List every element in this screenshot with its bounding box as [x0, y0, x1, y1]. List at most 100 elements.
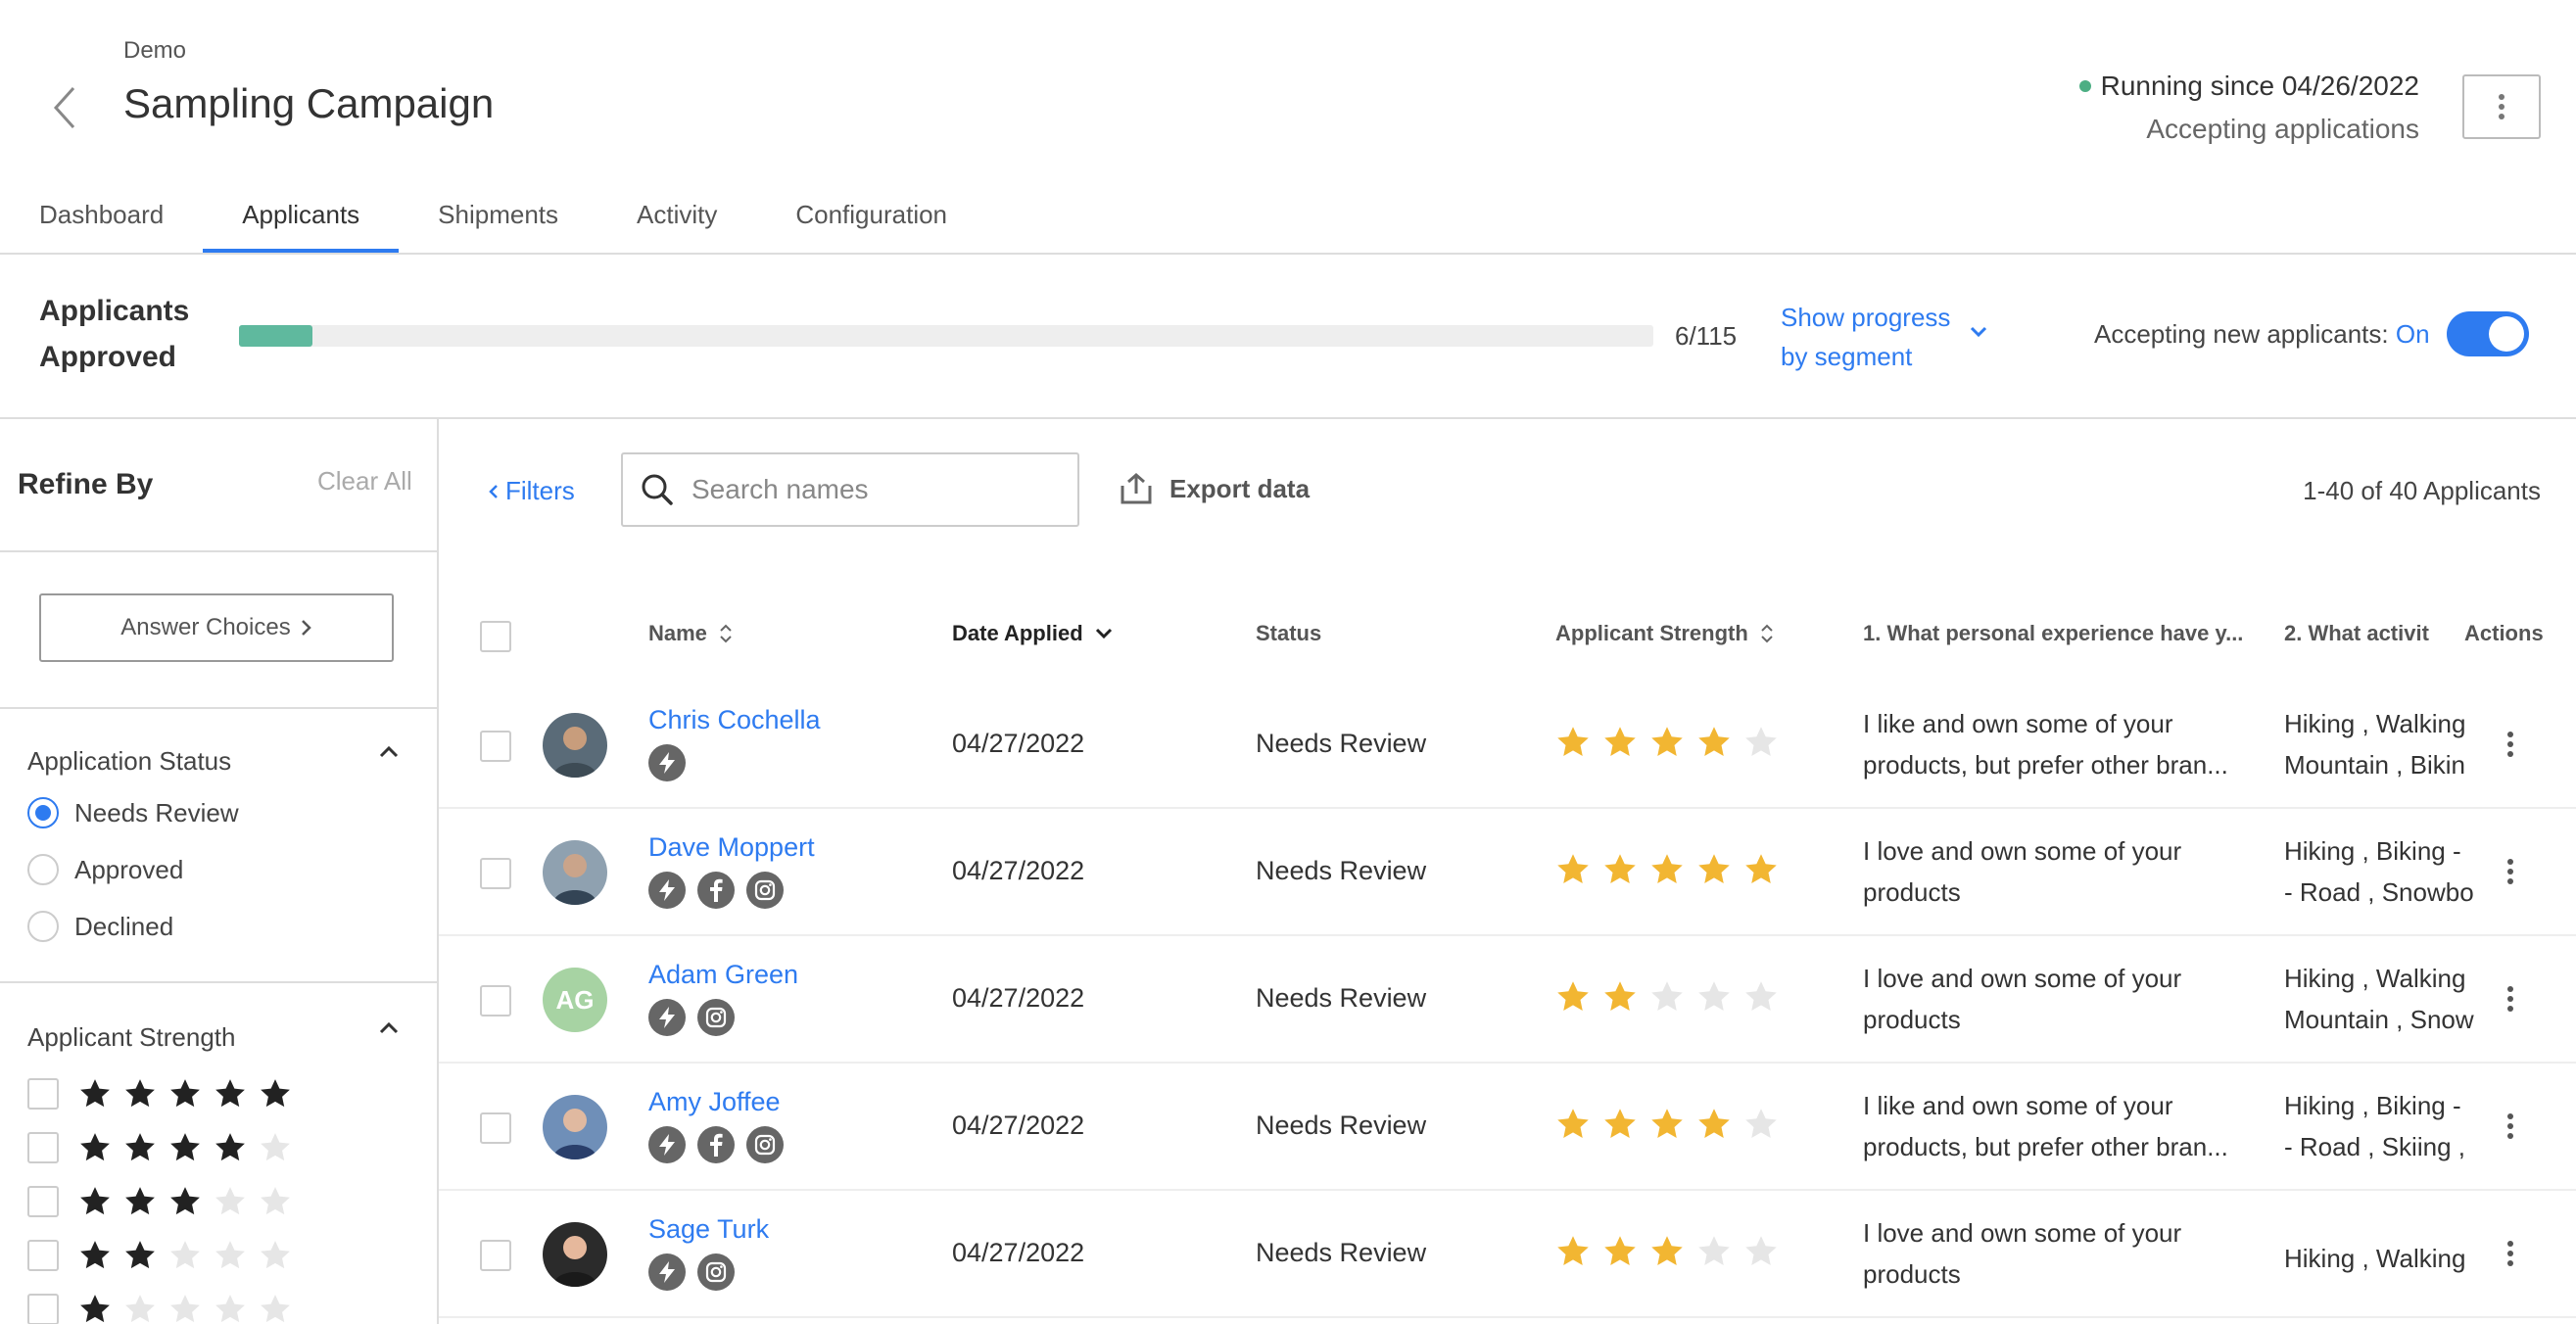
- star-empty-icon: [1745, 981, 1777, 1011]
- strength-rating[interactable]: [1555, 1234, 1779, 1269]
- strength-filter-3[interactable]: [27, 1185, 292, 1218]
- bolt-icon[interactable]: [648, 999, 686, 1036]
- star-empty-icon: [1745, 1236, 1777, 1265]
- instagram-icon[interactable]: [746, 1126, 784, 1163]
- row-actions-button[interactable]: [2496, 1107, 2525, 1146]
- radio-button[interactable]: [27, 797, 59, 828]
- status-cell: Needs Review: [1256, 1111, 1427, 1140]
- applicant-name-link[interactable]: Sage Turk: [648, 1214, 769, 1245]
- facebook-icon[interactable]: [697, 872, 735, 909]
- strength-rating[interactable]: [1555, 725, 1779, 760]
- show-progress-by-segment-link[interactable]: Show progress by segment: [1781, 298, 1950, 376]
- more-vertical-icon: [2507, 1113, 2513, 1139]
- row-checkbox[interactable]: [480, 858, 511, 889]
- strength-column-header[interactable]: Applicant Strength: [1555, 621, 1774, 646]
- strength-filter-5[interactable]: [27, 1077, 292, 1111]
- question-2-answer: Hiking , Walking: [2284, 1238, 2480, 1320]
- row-actions-button[interactable]: [2496, 1234, 2525, 1273]
- applicant-name-link[interactable]: Dave Moppert: [648, 832, 815, 863]
- export-data-button[interactable]: Export data: [1119, 472, 1310, 505]
- status-option-declined[interactable]: Declined: [27, 911, 173, 942]
- instagram-icon[interactable]: [697, 999, 735, 1036]
- name-column-header[interactable]: Name: [648, 621, 733, 646]
- tab-dashboard[interactable]: Dashboard: [0, 186, 203, 255]
- strength-rating[interactable]: [1555, 1107, 1779, 1142]
- applicant-name-link[interactable]: Adam Green: [648, 960, 798, 990]
- tab-activity[interactable]: Activity: [597, 186, 756, 255]
- chevron-up-icon[interactable]: [378, 1020, 400, 1041]
- select-all-checkbox[interactable]: [480, 621, 511, 652]
- status-option-needs-review[interactable]: Needs Review: [27, 797, 239, 828]
- star-empty-icon: [215, 1187, 245, 1215]
- instagram-icon[interactable]: [746, 872, 784, 909]
- campaign-menu-button[interactable]: [2462, 74, 2541, 139]
- row-checkbox[interactable]: [480, 985, 511, 1017]
- date-column-header[interactable]: Date Applied: [952, 621, 1113, 646]
- tab-configuration[interactable]: Configuration: [756, 186, 986, 255]
- bolt-icon[interactable]: [648, 1253, 686, 1291]
- row-actions-button[interactable]: [2496, 979, 2525, 1018]
- applicants-approved-label: Applicants Approved: [39, 288, 189, 380]
- star-filled-icon: [1651, 1236, 1683, 1265]
- strength-checkbox[interactable]: [27, 1294, 59, 1324]
- breadcrumb[interactable]: Demo: [123, 37, 186, 65]
- chevron-up-icon[interactable]: [378, 744, 400, 765]
- bolt-icon[interactable]: [648, 744, 686, 781]
- table-row[interactable]: Sage Turk 04/27/2022 Needs Review I love an…: [439, 1191, 2576, 1318]
- applicant-name-link[interactable]: Chris Cochella: [648, 705, 821, 735]
- table-row[interactable]: Dave Moppert 04/27/2022 Needs Review I love…: [439, 809, 2576, 936]
- question-2-answer: Hiking , Walking Mountain , Snow: [2284, 958, 2480, 1040]
- tab-shipments[interactable]: Shipments: [399, 186, 597, 255]
- table-row[interactable]: Chris Cochella 04/27/2022 Needs Review I li…: [439, 682, 2576, 809]
- tab-applicants[interactable]: Applicants: [203, 186, 400, 255]
- applicant-name-link[interactable]: Amy Joffee: [648, 1087, 781, 1117]
- bolt-icon[interactable]: [648, 1126, 686, 1163]
- strength-checkbox[interactable]: [27, 1240, 59, 1271]
- application-status-title: Application Status: [27, 746, 232, 776]
- answer-choices-button[interactable]: Answer Choices: [39, 593, 394, 662]
- status-option-approved[interactable]: Approved: [27, 854, 183, 885]
- strength-filter-4[interactable]: [27, 1131, 292, 1164]
- row-checkbox[interactable]: [480, 1240, 511, 1271]
- instagram-icon[interactable]: [697, 1253, 735, 1291]
- chevron-down-icon[interactable]: [1969, 325, 1988, 344]
- search-input[interactable]: [692, 474, 1064, 505]
- more-vertical-icon: [2507, 1241, 2513, 1266]
- row-checkbox[interactable]: [480, 1112, 511, 1144]
- star-empty-icon: [1745, 727, 1777, 756]
- star-empty-icon: [215, 1295, 245, 1323]
- avatar: [543, 1095, 607, 1159]
- strength-filter-1[interactable]: [27, 1293, 292, 1324]
- segment-link-line-1: Show progress: [1781, 303, 1951, 332]
- strength-checkbox[interactable]: [27, 1186, 59, 1217]
- star-empty-icon: [170, 1241, 200, 1269]
- status-option-label: Needs Review: [74, 797, 239, 828]
- row-actions-button[interactable]: [2496, 852, 2525, 891]
- answer-line: Hiking , Walking: [2284, 1244, 2466, 1273]
- strength-checkbox[interactable]: [27, 1132, 59, 1163]
- star-rating: [78, 1239, 292, 1272]
- accepting-toggle[interactable]: [2447, 311, 2529, 356]
- bolt-icon[interactable]: [648, 872, 686, 909]
- back-button[interactable]: [45, 84, 84, 131]
- strength-filter-2[interactable]: [27, 1239, 292, 1272]
- filters-toggle[interactable]: Filters: [488, 476, 575, 506]
- applicants-main: Filters Export data 1-40 of 40 Applicant…: [439, 419, 2576, 1324]
- search-box[interactable]: [621, 452, 1079, 527]
- status-option-label: Declined: [74, 911, 174, 941]
- strength-checkbox[interactable]: [27, 1078, 59, 1110]
- radio-button[interactable]: [27, 911, 59, 942]
- star-filled-icon: [261, 1079, 290, 1108]
- table-row[interactable]: Amy Joffee 04/27/2022 Needs Review I like a…: [439, 1064, 2576, 1191]
- star-filled-icon: [170, 1187, 200, 1215]
- row-checkbox[interactable]: [480, 731, 511, 762]
- facebook-icon[interactable]: [697, 1126, 735, 1163]
- strength-rating[interactable]: [1555, 852, 1779, 887]
- table-row[interactable]: AG Adam Green 04/27/2022 Needs Review I love…: [439, 936, 2576, 1064]
- radio-button[interactable]: [27, 854, 59, 885]
- clear-all-link[interactable]: Clear All: [317, 466, 412, 496]
- sort-icon: [720, 624, 732, 643]
- row-actions-button[interactable]: [2496, 725, 2525, 764]
- star-filled-icon: [80, 1079, 110, 1108]
- strength-rating[interactable]: [1555, 979, 1779, 1015]
